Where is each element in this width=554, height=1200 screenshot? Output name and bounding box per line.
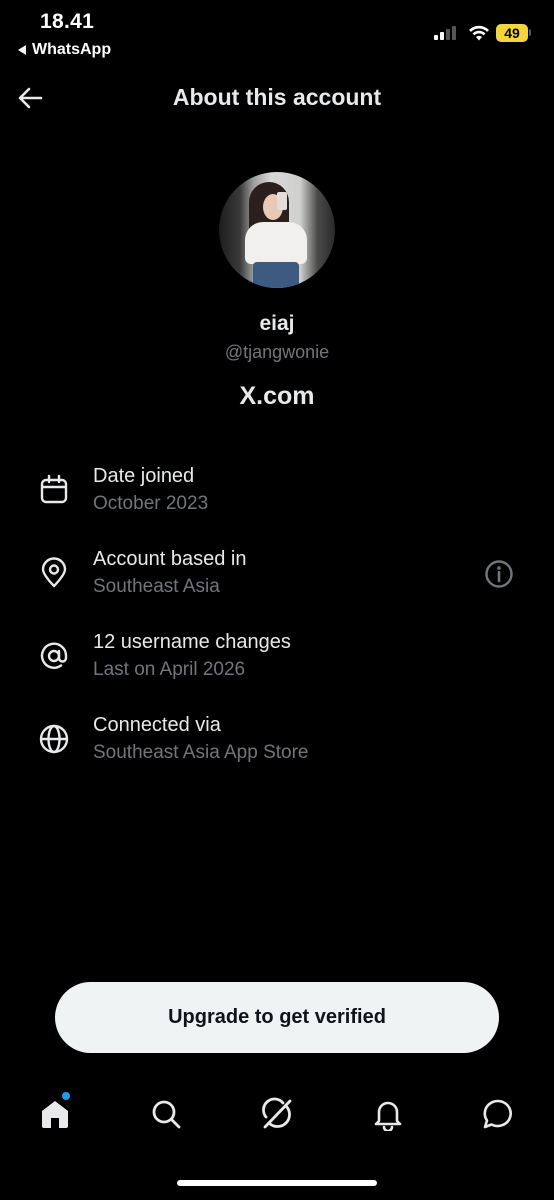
platform-label: X.com	[239, 382, 315, 410]
notifications-icon	[374, 1101, 402, 1131]
globe-icon	[39, 724, 69, 754]
profile-name: eiaj	[259, 312, 295, 335]
back-triangle-icon	[18, 45, 26, 55]
connected-via-value: Southeast Asia App Store	[93, 742, 309, 763]
tab-search[interactable]	[146, 1094, 186, 1134]
calendar-icon	[40, 474, 68, 504]
profile-avatar[interactable]	[219, 172, 335, 288]
status-time: 18.41	[40, 10, 95, 33]
profile-handle: @tjangwonie	[224, 342, 330, 362]
tab-home[interactable]	[35, 1094, 75, 1134]
tab-grok[interactable]	[257, 1094, 297, 1134]
date-joined-value: October 2023	[93, 493, 209, 514]
username-changes-title: 12 username changes	[93, 631, 291, 653]
tab-messages[interactable]	[478, 1094, 518, 1134]
page-title: About this account	[172, 84, 382, 110]
battery-nub	[529, 29, 531, 36]
info-icon[interactable]	[484, 559, 514, 589]
home-icon	[42, 1101, 68, 1128]
wifi-icon	[469, 25, 489, 41]
back-app-label: WhatsApp	[32, 41, 112, 58]
connected-via-title: Connected via	[93, 714, 221, 736]
grok-icon	[262, 1097, 292, 1129]
tab-notifications[interactable]	[368, 1094, 408, 1134]
messages-icon	[483, 1099, 512, 1129]
at-sign-icon	[40, 642, 68, 669]
upgrade-verified-button[interactable]: Upgrade to get verified	[55, 982, 499, 1053]
account-based-title: Account based in	[93, 548, 247, 570]
back-to-app-link[interactable]: WhatsApp	[18, 41, 111, 59]
home-notification-dot	[62, 1092, 70, 1100]
location-pin-icon	[41, 557, 67, 588]
home-indicator[interactable]	[177, 1180, 377, 1186]
date-joined-title: Date joined	[93, 465, 195, 487]
search-icon	[152, 1100, 181, 1129]
username-changes-value: Last on April 2026	[93, 659, 246, 680]
battery-indicator: 49	[496, 24, 528, 42]
account-based-value: Southeast Asia	[93, 576, 220, 597]
cellular-signal-icon	[434, 26, 456, 40]
